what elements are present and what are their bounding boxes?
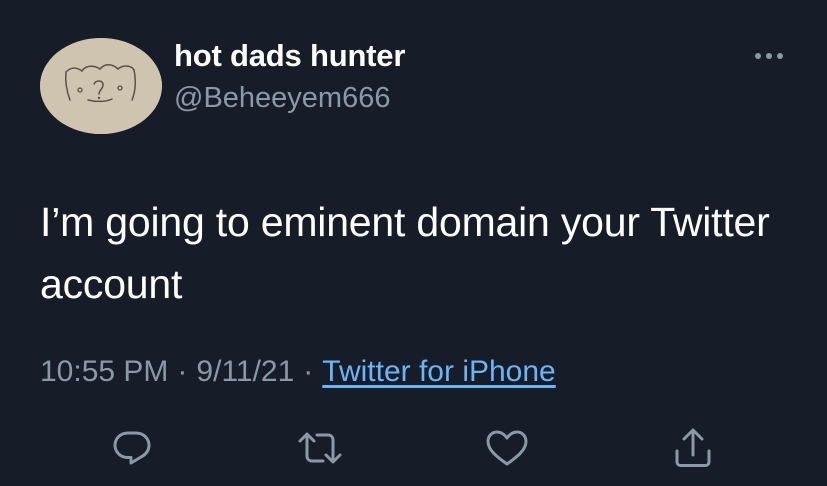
author-handle[interactable]: @Beheeyem666 bbox=[174, 82, 390, 115]
retweet-button[interactable] bbox=[296, 424, 344, 472]
retweet-icon bbox=[298, 432, 342, 464]
reply-button[interactable] bbox=[108, 424, 156, 472]
tweet-text: I’m going to eminent domain your Twitter… bbox=[40, 199, 770, 307]
more-options-button[interactable] bbox=[749, 44, 789, 68]
tweet-source-link[interactable]: Twitter for iPhone bbox=[322, 355, 555, 388]
meta-separator: · bbox=[303, 355, 314, 388]
share-button[interactable] bbox=[669, 424, 717, 472]
meta-separator: · bbox=[177, 355, 188, 388]
tweet-date[interactable]: 9/11/21 bbox=[196, 355, 294, 388]
like-button[interactable] bbox=[483, 424, 531, 472]
reply-icon bbox=[113, 431, 151, 465]
tweet-card: hot dads hunter @Beheeyem666 I’m going t… bbox=[0, 0, 827, 486]
avatar-drawing bbox=[40, 38, 162, 134]
more-horizontal-icon bbox=[755, 53, 783, 59]
author-display-name[interactable]: hot dads hunter bbox=[174, 38, 405, 74]
avatar[interactable] bbox=[40, 38, 162, 134]
tweet-metadata: 10:55 PM · 9/11/21 · Twitter for iPhone bbox=[40, 355, 556, 389]
heart-icon bbox=[486, 430, 528, 466]
share-icon bbox=[675, 428, 711, 467]
tweet-time[interactable]: 10:55 PM bbox=[40, 355, 168, 388]
